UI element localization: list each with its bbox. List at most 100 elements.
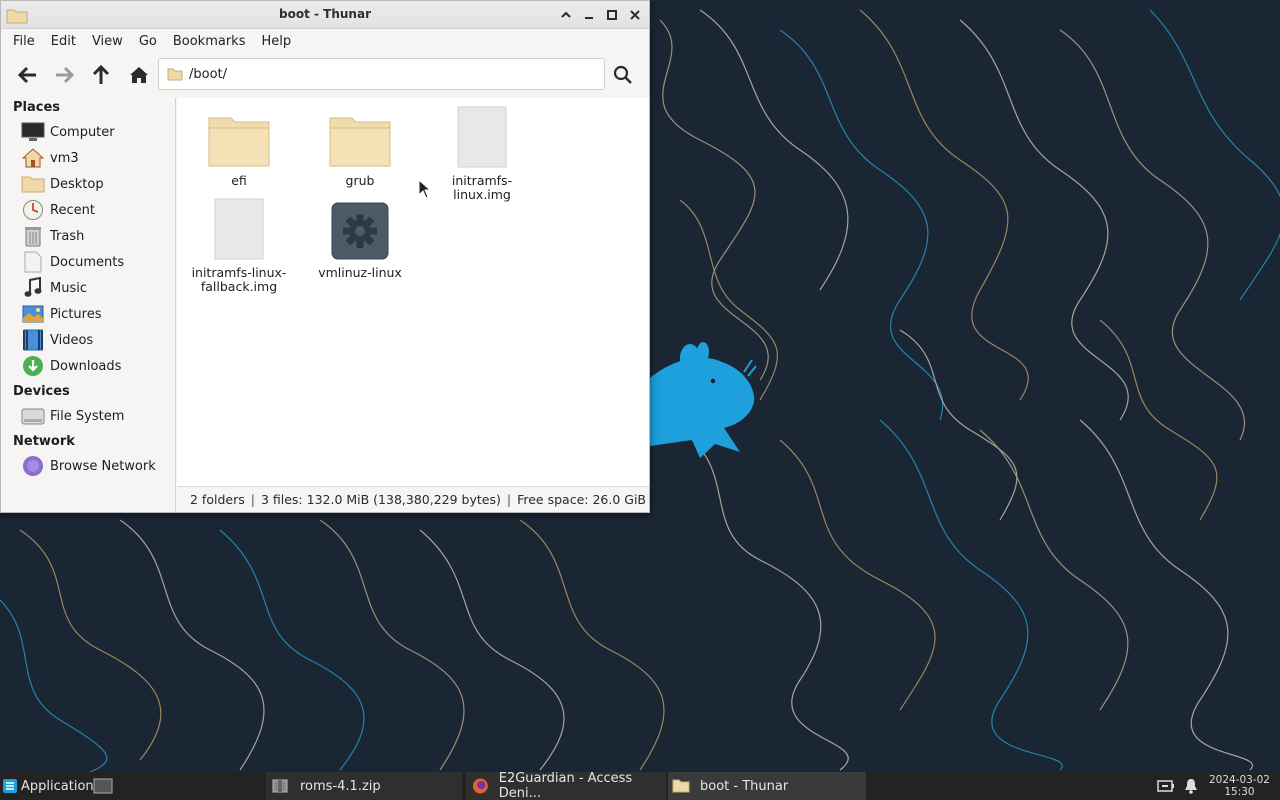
- menu-bar: File Edit View Go Bookmarks Help: [1, 29, 649, 53]
- xfce-mouse-logo: [650, 342, 755, 458]
- sidebar-item-file-system[interactable]: File System: [21, 404, 171, 428]
- sidebar-item-browse-network[interactable]: Browse Network: [21, 454, 171, 478]
- sidebar-item-desktop[interactable]: Desktop: [21, 172, 171, 196]
- notifications-button[interactable]: [1184, 772, 1198, 800]
- back-button[interactable]: [16, 63, 40, 87]
- recent-icon: [21, 199, 45, 221]
- sidebar-item-label: vm3: [50, 150, 79, 166]
- status-separator: |: [250, 492, 255, 507]
- task-roms-zip[interactable]: roms-4.1.zip: [266, 772, 462, 800]
- desktop-icon: [93, 778, 113, 794]
- forward-button[interactable]: [52, 63, 76, 87]
- menu-go[interactable]: Go: [131, 34, 165, 49]
- status-folders: 2 folders: [190, 492, 245, 507]
- home-icon: [130, 67, 148, 83]
- sidebar-item-label: Desktop: [50, 176, 104, 192]
- menu-bookmarks[interactable]: Bookmarks: [165, 34, 254, 49]
- sidebar-item-recent[interactable]: Recent: [21, 198, 171, 222]
- arrow-left-icon: [18, 66, 36, 84]
- up-button[interactable]: [89, 63, 113, 87]
- sidebar-item-vm3[interactable]: vm3: [21, 146, 171, 170]
- downloads-icon: [21, 355, 45, 377]
- sidebar-item-label: Downloads: [50, 358, 122, 374]
- task-label: boot - Thunar: [700, 778, 789, 794]
- sidebar-item-label: Computer: [50, 124, 115, 140]
- battery-icon: [1157, 780, 1174, 792]
- sidebar-item-music[interactable]: Music: [21, 276, 171, 300]
- folder-icon: [167, 68, 183, 80]
- menu-file[interactable]: File: [5, 34, 43, 49]
- file-item-vmlinuz-linux[interactable]: vmlinuz-linux: [302, 194, 418, 280]
- network-header: Network: [13, 434, 75, 449]
- applications-menu-button[interactable]: Applications: [2, 772, 100, 800]
- task-label: E2Guardian - Access Deni...: [498, 771, 633, 800]
- desktop-folder-icon: [21, 173, 45, 195]
- menu-edit[interactable]: Edit: [43, 34, 84, 49]
- status-free-space: Free space: 26.0 GiB: [517, 492, 646, 507]
- status-bar: 2 folders | 3 files: 132.0 MiB (138,380,…: [177, 486, 649, 512]
- file-icon: [181, 194, 297, 260]
- menu-view[interactable]: View: [84, 34, 131, 49]
- home-button[interactable]: [127, 63, 151, 87]
- file-name: vmlinuz-linux: [318, 265, 402, 280]
- file-item-efi[interactable]: efi: [181, 102, 297, 188]
- clock[interactable]: 2024-03-02 15:30: [1209, 774, 1270, 798]
- places-header: Places: [13, 100, 61, 115]
- file-item-initramfs-linux-fallback-img[interactable]: initramfs-linux-fallback.img: [181, 194, 297, 294]
- sidebar-item-videos[interactable]: Videos: [21, 328, 171, 352]
- window-title: boot - Thunar: [279, 7, 371, 21]
- videos-icon: [21, 329, 45, 351]
- file-view[interactable]: efi grub initramfs-linux.img initramfs-l…: [177, 98, 649, 486]
- applications-label: Applications: [21, 778, 101, 794]
- pictures-icon: [21, 303, 45, 325]
- battery-status[interactable]: [1157, 772, 1175, 800]
- mouse-cursor-icon: [418, 179, 432, 199]
- sidebar-item-computer[interactable]: Computer: [21, 120, 171, 144]
- search-button[interactable]: [611, 63, 635, 87]
- close-button[interactable]: [626, 6, 644, 24]
- sidebar-item-label: Music: [50, 280, 87, 296]
- file-name: initramfs-linux.img: [451, 173, 513, 202]
- trash-icon: [21, 225, 45, 247]
- file-name: initramfs-linux-fallback.img: [191, 265, 287, 294]
- status-separator: |: [506, 492, 512, 507]
- devices-header: Devices: [13, 384, 70, 399]
- archive-icon: [272, 779, 288, 793]
- location-input[interactable]: [189, 66, 589, 82]
- arrow-up-icon: [92, 65, 110, 84]
- file-item-initramfs-linux-img[interactable]: initramfs-linux.img: [424, 102, 540, 202]
- minimize-button[interactable]: [580, 6, 598, 24]
- sidebar-item-documents[interactable]: Documents: [21, 250, 171, 274]
- location-bar[interactable]: [158, 58, 605, 90]
- clock-time: 15:30: [1224, 786, 1255, 798]
- sidebar-item-label: Videos: [50, 332, 94, 348]
- firefox-icon: [472, 778, 488, 794]
- title-bar[interactable]: boot - Thunar: [1, 1, 649, 29]
- folder-icon: [672, 779, 690, 793]
- music-icon: [21, 277, 45, 299]
- menu-help[interactable]: Help: [253, 34, 299, 49]
- task-thunar[interactable]: boot - Thunar: [668, 772, 866, 800]
- file-item-grub[interactable]: grub: [302, 102, 418, 188]
- task-e2guardian[interactable]: E2Guardian - Access Deni...: [466, 771, 666, 800]
- sidebar-item-label: Trash: [50, 228, 85, 244]
- sidebar-item-trash[interactable]: Trash: [21, 224, 171, 248]
- sidebar-item-label: Recent: [50, 202, 95, 218]
- home-icon: [21, 147, 45, 169]
- search-icon: [613, 65, 632, 84]
- clock-date: 2024-03-02: [1208, 774, 1270, 786]
- sidebar-item-label: Documents: [50, 254, 125, 270]
- taskbar: Applications roms-4.1.zip E2Guardian - A…: [0, 771, 1280, 800]
- toolbar: [1, 53, 649, 97]
- network-icon: [21, 455, 45, 477]
- folder-icon: [181, 102, 297, 168]
- sidebar-item-label: Browse Network: [50, 458, 156, 474]
- folder-icon: [302, 102, 418, 168]
- shade-button[interactable]: [557, 6, 575, 24]
- maximize-button[interactable]: [603, 6, 621, 24]
- show-desktop-button[interactable]: [93, 772, 113, 800]
- sidebar-item-downloads[interactable]: Downloads: [21, 354, 171, 378]
- status-files: 3 files: 132.0 MiB (138,380,229 bytes): [260, 492, 501, 507]
- file-icon: [424, 102, 540, 168]
- sidebar-item-pictures[interactable]: Pictures: [21, 302, 171, 326]
